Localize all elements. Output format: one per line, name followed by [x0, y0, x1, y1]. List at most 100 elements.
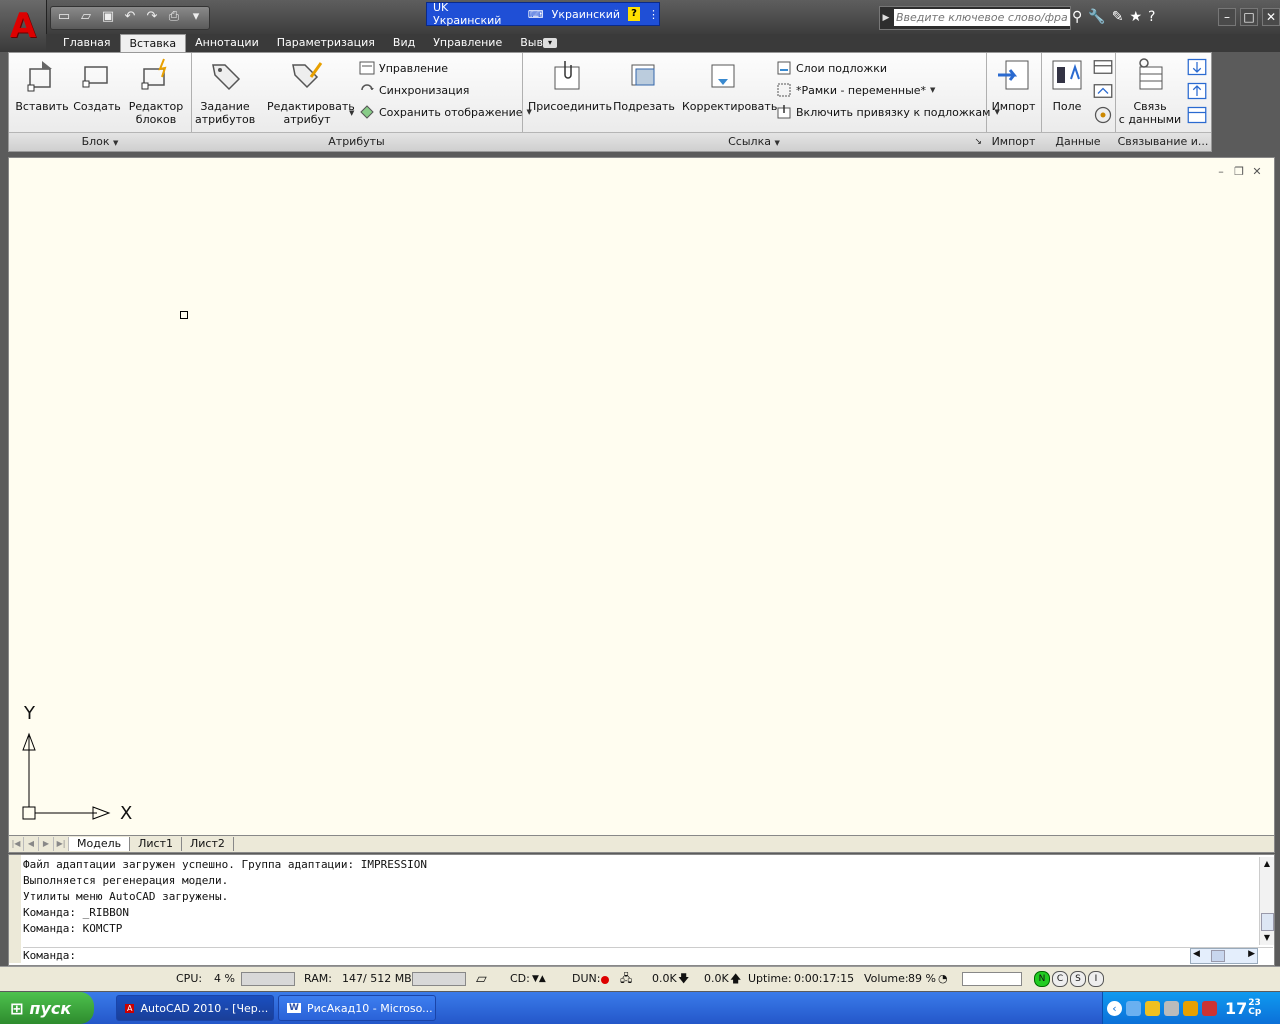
scroll-down-icon[interactable]: ▼ [1260, 931, 1274, 945]
tab-parametric[interactable]: Параметризация [268, 34, 384, 52]
security-icon[interactable] [1183, 1000, 1198, 1016]
help-icon[interactable]: ? [628, 7, 640, 21]
command-hscrollbar[interactable]: ◀ ▶ [1190, 948, 1258, 964]
edit-attribute-button[interactable]: Редактировать атрибут [267, 57, 355, 126]
tab-output[interactable]: Вывод [511, 34, 566, 52]
next-tab-icon[interactable]: ▶ [39, 837, 54, 851]
command-window-grip[interactable] [9, 855, 21, 963]
subscription-icon[interactable]: 🔧 [1088, 9, 1105, 25]
new-file-icon[interactable]: ▭ [54, 7, 74, 27]
toggle-c[interactable]: C [1052, 971, 1068, 987]
table-insert-icon[interactable] [1093, 57, 1113, 77]
tray-expand-icon[interactable]: ‹ [1107, 1000, 1122, 1016]
drawing-area[interactable]: – ❐ ✕ Y X [8, 157, 1275, 837]
communication-icon[interactable]: ✎ [1112, 9, 1124, 25]
block-editor-button[interactable]: Редактор блоков [125, 57, 187, 126]
qat-dropdown-icon[interactable]: ▾ [186, 7, 206, 27]
drawing-minimize-icon[interactable]: – [1214, 166, 1228, 178]
toggle-i[interactable]: I [1088, 971, 1104, 987]
synchronize-button[interactable]: Синхронизация [359, 79, 532, 101]
language-bar[interactable]: UK Украинский ⌨ Украинский ? ⋮ [426, 1, 660, 27]
antivirus-icon[interactable] [1202, 1000, 1217, 1016]
toggle-n[interactable]: N [1034, 971, 1050, 987]
cd-eject-icon[interactable]: ▼▲ [532, 971, 546, 987]
command-scrollbar[interactable]: ▲ ▼ [1259, 857, 1274, 945]
volume-slider[interactable] [962, 972, 1022, 986]
drawing-restore-icon[interactable]: ❐ [1232, 166, 1246, 178]
underlay-layers-button[interactable]: Слои подложки [776, 57, 1000, 79]
define-attributes-button[interactable]: Задание атрибутов [195, 57, 255, 126]
upload-to-source-icon[interactable] [1187, 81, 1207, 101]
adjust-button[interactable]: Корректировать [682, 57, 777, 113]
undo-icon[interactable]: ↶ [120, 7, 140, 27]
language-bar-options-icon[interactable]: ⋮ [648, 8, 659, 21]
scroll-left-icon[interactable]: ◀ [1193, 949, 1200, 959]
import-button[interactable]: Импорт [988, 57, 1039, 113]
panel-launcher-icon[interactable]: ↘ [974, 133, 982, 151]
clock[interactable]: 17 23 Ср [1225, 998, 1261, 1018]
panel-block-title[interactable]: Блок ▼ [9, 132, 191, 151]
save-icon[interactable]: ▣ [98, 7, 118, 27]
layout-tab-sheet2[interactable]: Лист2 [182, 837, 234, 851]
drive-icon[interactable]: ▱ [476, 971, 487, 987]
scroll-up-icon[interactable]: ▲ [1260, 857, 1274, 871]
hscroll-thumb[interactable] [1211, 950, 1225, 962]
data-link-button[interactable]: Связь с данными [1117, 57, 1183, 126]
layout-tab-model[interactable]: Модель [69, 837, 131, 851]
maximize-icon[interactable]: □ [1240, 8, 1258, 26]
task-word[interactable]: W РисАкад10 - Microso... [278, 995, 436, 1021]
network-tray-icon[interactable] [1164, 1000, 1179, 1016]
insert-block-button[interactable]: Вставить [13, 57, 71, 113]
layout-tab-sheet1[interactable]: Лист1 [130, 837, 182, 851]
signal-icon[interactable] [1145, 1000, 1160, 1016]
print-icon[interactable]: ⎙ [164, 7, 184, 27]
olecontent-icon[interactable] [1093, 105, 1113, 125]
attach-button[interactable]: Присоединить [528, 57, 612, 113]
close-icon[interactable]: ✕ [1262, 8, 1280, 26]
prev-tab-icon[interactable]: ◀ [24, 837, 39, 851]
keyboard-layout[interactable]: Украинский [552, 8, 620, 21]
ribbon-minimize-icon[interactable]: ▾ [543, 38, 557, 48]
task-autocad[interactable]: A AutoCAD 2010 - [Чер... [116, 995, 274, 1021]
tab-view[interactable]: Вид [384, 34, 424, 52]
scroll-thumb[interactable] [1261, 913, 1274, 931]
help-circle-icon[interactable]: ? [1148, 9, 1155, 25]
tray-app-icon[interactable] [1126, 1000, 1141, 1016]
application-menu-button[interactable]: A [0, 0, 47, 52]
edit-attribute-dropdown-icon[interactable]: ▼ [349, 105, 354, 118]
start-button[interactable]: ⊞ пуск [0, 992, 94, 1024]
download-from-source-icon[interactable] [1187, 57, 1207, 77]
tab-home[interactable]: Главная [54, 34, 120, 52]
network-icon[interactable]: 🖧 [620, 971, 632, 987]
redo-icon[interactable]: ↷ [142, 7, 162, 27]
search-input[interactable] [894, 9, 1070, 26]
tab-annotate[interactable]: Аннотации [186, 34, 268, 52]
command-input-row[interactable]: Команда: [23, 947, 1273, 964]
open-file-icon[interactable]: ▱ [76, 7, 96, 27]
attribute-manager-button[interactable]: Управление [359, 57, 532, 79]
last-tab-icon[interactable]: ▶| [54, 837, 69, 851]
first-tab-icon[interactable]: |◀ [9, 837, 24, 851]
extract-data-icon[interactable] [1187, 105, 1207, 125]
language-code[interactable]: UK Украинский [433, 1, 520, 27]
chevron-down-icon[interactable]: ▼ [930, 86, 935, 94]
toggle-s[interactable]: S [1070, 971, 1086, 987]
frames-variable-button[interactable]: *Рамки - переменные* ▼ [776, 79, 1000, 101]
panel-reference-title[interactable]: Ссылка ▼ ↘ [522, 132, 986, 151]
monitor-toggles: N C S I [1034, 971, 1104, 987]
retain-display-button[interactable]: Сохранить отображение ▼ [359, 101, 532, 123]
create-block-button[interactable]: Создать [71, 57, 123, 113]
scroll-right-icon[interactable]: ▶ [1248, 949, 1255, 959]
binoculars-icon[interactable]: ⚲ [1072, 9, 1082, 25]
favorites-star-icon[interactable]: ★ [1129, 9, 1142, 25]
clip-button[interactable]: Подрезать [612, 57, 676, 113]
tab-insert[interactable]: Вставка [119, 34, 187, 52]
underlay-snap-button[interactable]: Включить привязку к подложкам ▼ [776, 101, 1000, 123]
data-update-icon[interactable] [1093, 81, 1113, 101]
drawing-close-icon[interactable]: ✕ [1250, 166, 1264, 178]
tab-manage[interactable]: Управление [424, 34, 511, 52]
field-button[interactable]: Поле [1043, 57, 1091, 113]
speaker-icon[interactable]: ◔ [938, 971, 948, 987]
search-expand-icon[interactable]: ▶ [880, 7, 892, 29]
minimize-icon[interactable]: – [1218, 8, 1236, 26]
